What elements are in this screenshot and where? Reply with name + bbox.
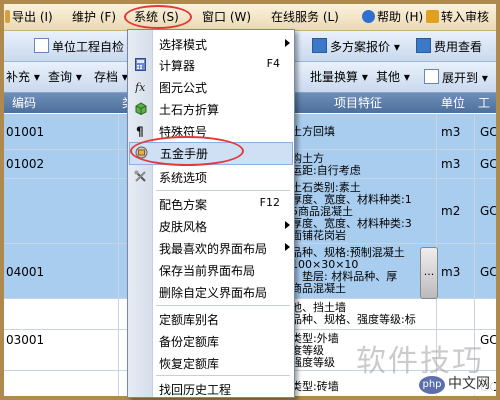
checklist-icon xyxy=(34,38,49,53)
menu-item-recover-history[interactable]: 找回历史工程 xyxy=(128,378,294,397)
column-divider xyxy=(118,114,119,396)
svg-text:¶: ¶ xyxy=(136,125,144,138)
expand-to-button[interactable]: 展开到 ▾ xyxy=(424,69,488,85)
svg-text:fx: fx xyxy=(134,81,146,93)
row-feature: 面铺花岗岩 xyxy=(291,229,346,242)
archive-button[interactable]: 存档 ▾ xyxy=(94,69,128,85)
cube-icon xyxy=(135,102,147,115)
menu-item-calculator[interactable]: 计算器 F4 xyxy=(128,54,294,75)
menu-item-select-mode[interactable]: 选择模式 xyxy=(128,33,294,54)
row-extra: GC xyxy=(480,204,496,218)
menu-item-save-layout[interactable]: 保存当前界面布局 xyxy=(128,259,294,280)
menu-item-earthwork-conversion[interactable]: 土石方折算 xyxy=(128,98,294,119)
menu-item-favorite-layouts[interactable]: 我最喜欢的界面布局 xyxy=(128,237,294,258)
menu-maintain[interactable]: 维护 (F) xyxy=(72,9,116,25)
row-unit: m3 xyxy=(441,265,461,279)
export-icon xyxy=(5,10,10,23)
row-code: 01002 xyxy=(6,157,45,171)
menu-export[interactable]: 导出 (I) xyxy=(5,9,53,25)
row-unit: m3 xyxy=(441,157,461,171)
quote-icon xyxy=(312,38,327,53)
expand-icon xyxy=(424,69,439,84)
other-button[interactable]: 其他 ▾ xyxy=(376,69,410,85)
row-feature: 类型:砖墙 xyxy=(291,380,339,393)
menu-item-delete-layout[interactable]: 删除自定义界面布局 xyxy=(128,281,294,302)
row-feature: 品种、规格、强度等级:标 xyxy=(291,313,416,326)
watermark-site-badge: php 中文网 xyxy=(415,373,494,395)
menu-transfer-audit[interactable]: 转入审核 xyxy=(426,9,489,25)
row-code: 01001 xyxy=(6,125,45,139)
menu-separator xyxy=(156,305,290,306)
row-unit: m2 xyxy=(441,204,461,218)
calculator-icon xyxy=(135,58,146,71)
row-extra: GC xyxy=(480,125,496,139)
transfer-icon xyxy=(426,10,439,23)
scroll-handle[interactable]: ... xyxy=(420,247,438,299)
header-features: 项目特征 xyxy=(334,96,383,110)
highlight-ellipse-handbook xyxy=(130,136,244,166)
php-logo-icon: php xyxy=(419,376,445,394)
multi-plan-quote-button[interactable]: 多方案报价 ▾ xyxy=(312,38,400,54)
menu-item-restore-quota[interactable]: 恢复定额库 xyxy=(128,352,294,373)
row-feature: 运距:自行考虑 xyxy=(291,164,361,177)
menu-separator xyxy=(156,375,290,376)
self-check-button[interactable]: 单位工程自检 xyxy=(34,38,124,54)
system-dropdown-menu: 选择模式 计算器 F4 fx 图元公式 土石方折算 ¶ 特殊符号 五金手册 系统… xyxy=(127,29,295,398)
menu-item-skin-style[interactable]: 皮肤风格 xyxy=(128,215,294,236)
menu-item-backup-quota[interactable]: 备份定额库 xyxy=(128,330,294,351)
row-extra: GC xyxy=(480,265,496,279)
header-code: 编码 xyxy=(12,96,37,110)
submenu-arrow-icon xyxy=(285,221,290,229)
header-unit: 单位 xyxy=(441,96,466,110)
formula-icon: fx xyxy=(134,81,146,93)
help-icon xyxy=(362,10,375,23)
menu-item-formula[interactable]: fx 图元公式 xyxy=(128,76,294,97)
fee-icon xyxy=(416,38,431,53)
row-code: 03001 xyxy=(6,333,45,347)
query-button[interactable]: 查询 ▾ xyxy=(48,69,82,85)
header-work: 工 xyxy=(478,96,491,110)
view-fee-button[interactable]: 费用查看 xyxy=(416,38,482,54)
row-feature: 商品混凝土 xyxy=(291,282,346,295)
supplement-button[interactable]: 补充 ▾ xyxy=(6,69,40,85)
row-feature: 土方回填 xyxy=(291,125,335,138)
menubar: 导出 (I) 维护 (F) 系统 (S) 窗口 (W) 在线服务 (L) 帮助 … xyxy=(4,4,496,31)
pilcrow-icon: ¶ xyxy=(136,125,144,138)
menu-online-service[interactable]: 在线服务 (L) xyxy=(271,9,339,25)
row-code: 04001 xyxy=(6,265,45,279)
highlight-ellipse-system-menu xyxy=(124,5,192,29)
row-feature: 强度等级 xyxy=(291,356,335,369)
batch-convert-button[interactable]: 批量换算 ▾ xyxy=(310,69,368,85)
menu-item-color-scheme[interactable]: 配色方案 F12 xyxy=(128,193,294,214)
submenu-arrow-icon xyxy=(285,39,290,47)
menu-item-quota-alias[interactable]: 定额库别名 xyxy=(128,308,294,329)
row-unit: m3 xyxy=(441,125,461,139)
submenu-arrow-icon xyxy=(285,243,290,251)
menu-separator xyxy=(156,190,290,191)
menu-window[interactable]: 窗口 (W) xyxy=(202,9,251,25)
tools-icon xyxy=(134,170,146,182)
menu-item-system-options[interactable]: 系统选项 xyxy=(128,166,294,187)
row-extra: GC xyxy=(480,157,496,171)
menu-help[interactable]: 帮助 (H) xyxy=(362,9,423,25)
